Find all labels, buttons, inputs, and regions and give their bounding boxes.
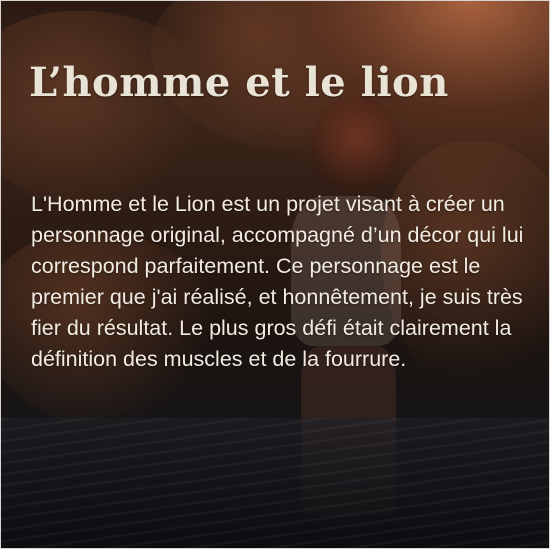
water-surface: [1, 418, 549, 548]
project-card[interactable]: L’homme et le lion L'Homme et le Lion es…: [0, 0, 550, 549]
project-description: L'Homme et le Lion est un projet visant …: [31, 192, 524, 371]
lion-head-shape: [311, 96, 401, 191]
project-title: L’homme et le lion: [29, 59, 449, 106]
